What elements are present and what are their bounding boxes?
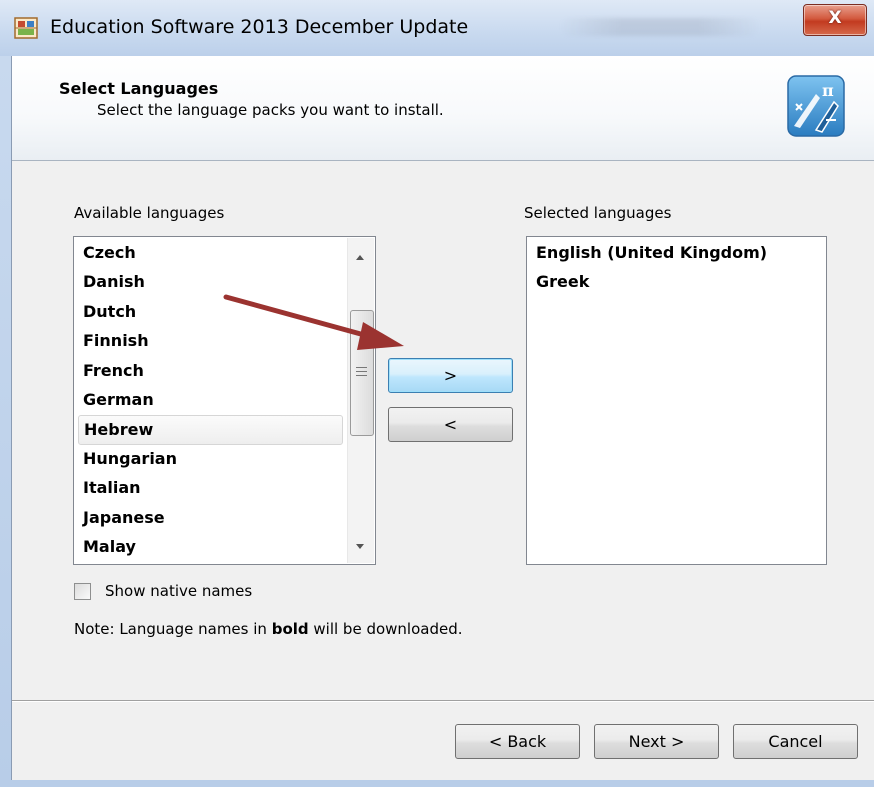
available-languages-list[interactable]: Czech Danish Dutch Finnish French German Hebre…: [73, 236, 376, 565]
grip-icon: [356, 367, 367, 377]
installer-window: Education Software 2013 December Update …: [0, 0, 874, 787]
selected-languages-list[interactable]: English (United Kingdom) Greek: [526, 236, 827, 565]
page-subtitle: Select the language packs you want to in…: [97, 101, 444, 119]
available-language-item[interactable]: Japanese: [78, 504, 341, 532]
scroll-up-arrow-icon[interactable]: [356, 255, 364, 260]
close-button[interactable]: X: [803, 4, 867, 36]
show-native-names-checkbox[interactable]: [74, 583, 91, 600]
available-language-item[interactable]: Hungarian: [78, 445, 341, 473]
available-language-item[interactable]: Danish: [78, 268, 341, 296]
title-bar[interactable]: Education Software 2013 December Update …: [0, 0, 874, 56]
available-language-item[interactable]: Italian: [78, 474, 341, 502]
selected-language-item[interactable]: Greek: [531, 268, 821, 296]
client-area: Select Languages Select the language pac…: [11, 56, 874, 780]
available-language-item[interactable]: French: [78, 357, 341, 385]
note-suffix: will be downloaded.: [308, 620, 463, 638]
note-prefix: Note: Language names in: [74, 620, 272, 638]
available-language-item[interactable]: Hebrew: [78, 415, 343, 446]
footer-separator: [12, 700, 874, 702]
available-language-item[interactable]: Finnish: [78, 327, 341, 355]
wizard-header: Select Languages Select the language pac…: [12, 56, 874, 161]
page-title: Select Languages: [59, 79, 219, 98]
available-language-item[interactable]: German: [78, 386, 341, 414]
next-button[interactable]: Next >: [594, 724, 719, 759]
scroll-thumb[interactable]: [350, 310, 374, 436]
note-bold: bold: [271, 620, 309, 638]
svg-text:π: π: [822, 81, 834, 100]
available-languages-label: Available languages: [74, 204, 225, 222]
available-language-item[interactable]: Dutch: [78, 298, 341, 326]
app-icon: [14, 17, 38, 39]
scrollbar[interactable]: [347, 238, 374, 563]
download-note: Note: Language names in bold will be dow…: [74, 620, 463, 638]
remove-language-button[interactable]: <: [388, 407, 513, 442]
math-tools-icon: π: [787, 75, 845, 137]
show-native-names-label[interactable]: Show native names: [105, 582, 252, 600]
available-language-item[interactable]: Malay: [78, 533, 341, 561]
selected-languages-label: Selected languages: [524, 204, 672, 222]
close-icon: X: [828, 8, 842, 28]
scroll-down-arrow-icon[interactable]: [356, 544, 364, 549]
add-language-button[interactable]: >: [388, 358, 513, 393]
cancel-button[interactable]: Cancel: [733, 724, 858, 759]
selected-language-item[interactable]: English (United Kingdom): [531, 239, 821, 267]
back-button[interactable]: < Back: [455, 724, 580, 759]
title-bar-blur: [560, 18, 760, 36]
available-language-item[interactable]: Czech: [78, 239, 341, 267]
window-title: Education Software 2013 December Update: [50, 16, 469, 38]
